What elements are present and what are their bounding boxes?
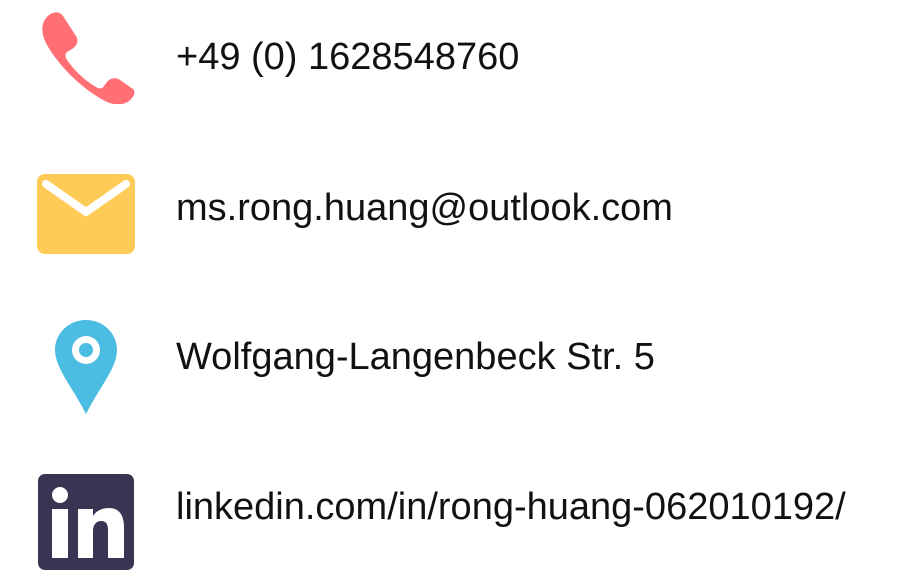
linkedin-url[interactable]: linkedin.com/in/rong-huang-062010192/ <box>176 488 846 526</box>
street-address: Wolfgang-Langenbeck Str. 5 <box>176 336 655 378</box>
email-address[interactable]: ms.rong.huang@outlook.com <box>176 189 673 227</box>
phone-icon <box>34 8 136 104</box>
contact-row-email: ms.rong.huang@outlook.com <box>0 150 904 270</box>
linkedin-icon <box>38 474 134 570</box>
envelope-icon <box>37 174 135 254</box>
contact-row-linkedin: linkedin.com/in/rong-huang-062010192/ <box>0 455 904 578</box>
contact-row-phone: +49 (0) 1628548760 <box>0 0 904 120</box>
map-pin-icon <box>53 318 119 416</box>
contact-row-location: Wolfgang-Langenbeck Str. 5 <box>0 300 904 430</box>
phone-number[interactable]: +49 (0) 1628548760 <box>176 38 519 76</box>
